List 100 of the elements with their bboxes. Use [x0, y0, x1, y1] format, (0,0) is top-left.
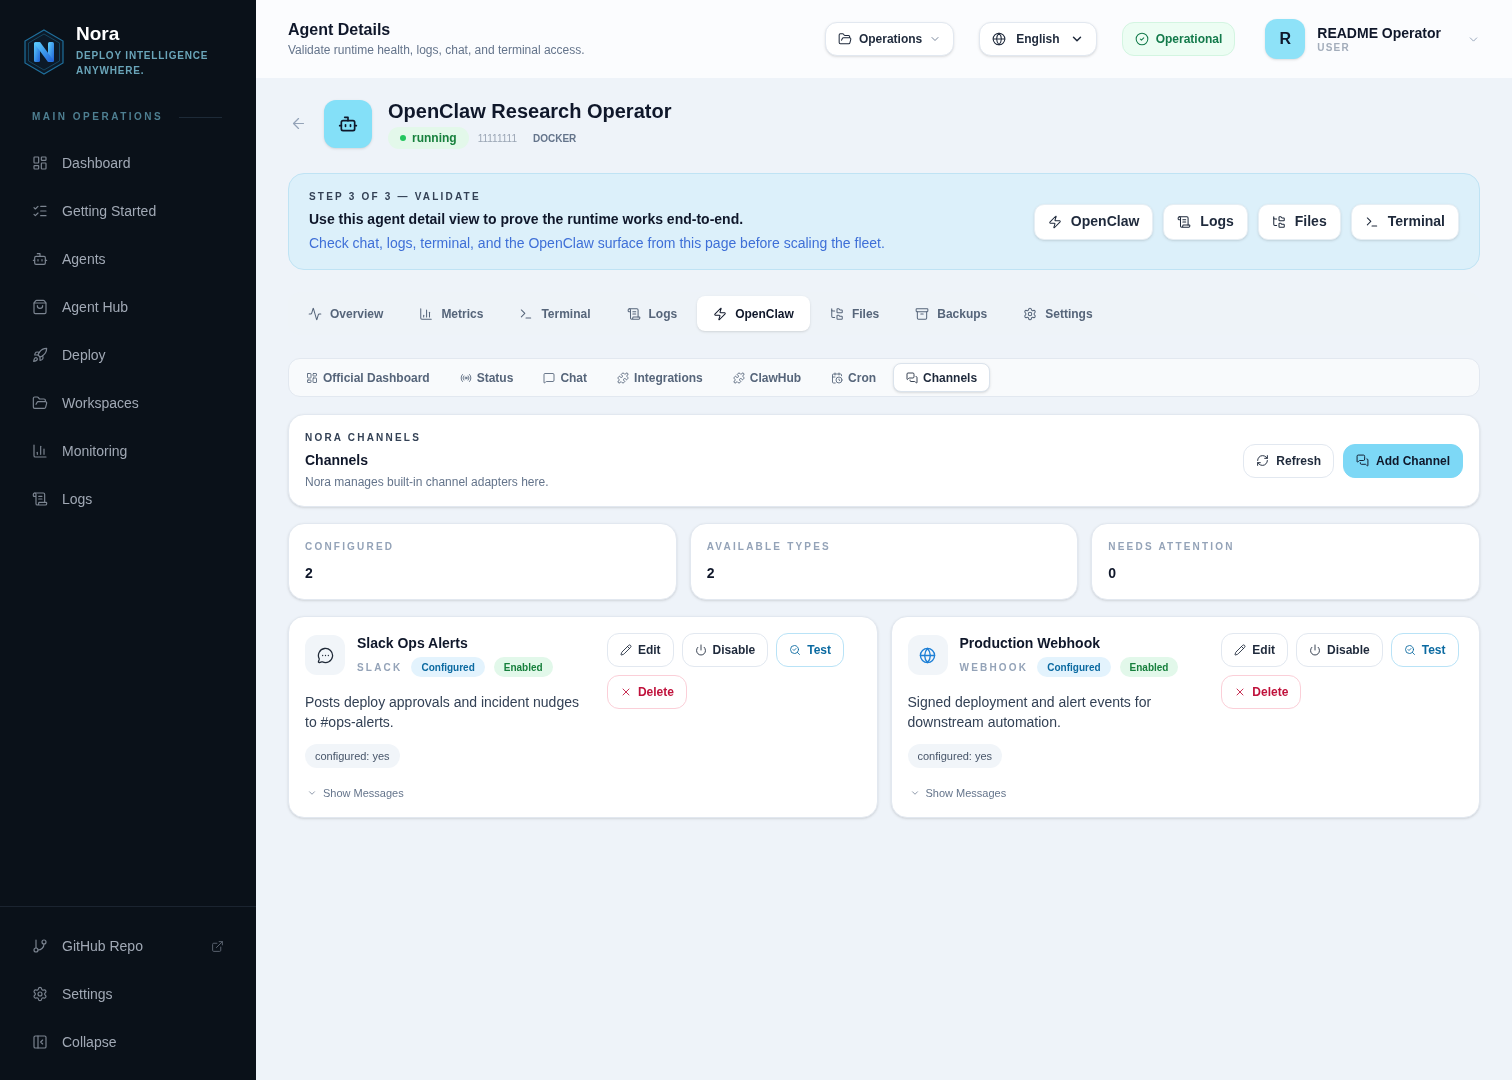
refresh-button[interactable]: Refresh [1243, 443, 1334, 478]
collapse-panel-icon [32, 1034, 48, 1050]
check-circle-icon [1134, 32, 1149, 46]
tab[interactable]: Files [813, 296, 896, 331]
action-button[interactable]: Disable [681, 633, 769, 667]
tab[interactable]: Backups [899, 296, 1004, 331]
checklist-icon [32, 203, 48, 219]
globe-icon [907, 635, 948, 675]
subtab[interactable]: Chat [530, 363, 601, 392]
banner-text: Check chat, logs, terminal, and the OpenClaw surface from this page before scaling the fleet. [309, 234, 885, 253]
archive-box-icon [915, 306, 930, 321]
brand-name: Nora [76, 23, 121, 45]
channel-description: Posts deploy approvals and incident nudges to #ops-alerts. [305, 693, 580, 732]
brand-tagline: DEPLOY INTELLIGENCE ANYWHERE. [76, 49, 210, 78]
folder-icon [837, 32, 852, 46]
settings-icon [32, 986, 48, 1002]
subtab[interactable]: Official Dashboard [293, 363, 443, 392]
subtab[interactable]: Status [446, 363, 527, 392]
action-button[interactable]: Disable [1296, 633, 1383, 667]
bar-chart-icon [419, 306, 434, 321]
page-title: Agent Details [288, 20, 392, 40]
pencil-icon [619, 644, 632, 656]
stat-label: AVAILABLE TYPES [706, 540, 832, 554]
tab[interactable]: Settings [1007, 296, 1109, 331]
shortcut-button[interactable]: OpenClaw [1033, 203, 1154, 240]
scroll-icon [32, 491, 48, 507]
scroll-icon [1177, 214, 1192, 229]
terminal-icon [519, 306, 534, 321]
status-badge: Enabled [1119, 657, 1179, 677]
globe-icon [992, 32, 1007, 46]
channel-type: SLACK [357, 660, 403, 675]
subtab[interactable]: ClawHub [719, 363, 815, 392]
search-icon [789, 644, 802, 656]
banner-heading: Use this agent detail view to prove the runtime works end-to-end. [309, 210, 745, 229]
folder-tree-icon [829, 306, 844, 321]
dashboard-grid-icon [306, 371, 318, 384]
tab[interactable]: Terminal [503, 296, 607, 331]
shortcut-button[interactable]: Logs [1163, 203, 1248, 240]
sidebar-item[interactable]: Monitoring [16, 427, 240, 475]
sidebar-item[interactable]: GitHub Repo [16, 922, 240, 970]
user-name: README Operator [1317, 24, 1441, 42]
page-subtitle: Validate runtime health, logs, chat, and terminal access. [288, 42, 585, 58]
action-button[interactable]: Edit [1221, 633, 1288, 667]
rocket-icon [32, 347, 48, 363]
status-badge: running [388, 127, 469, 149]
show-messages-toggle[interactable]: Show Messages [307, 785, 404, 801]
chat-bubbles-icon [906, 371, 919, 384]
tab[interactable]: OpenClaw [697, 296, 810, 331]
git-branch-icon [32, 938, 48, 954]
sidebar-item[interactable]: Dashboard [16, 139, 240, 187]
shopping-bag-icon [32, 299, 48, 315]
hexagon-logo-icon [24, 29, 64, 75]
sidebar-item[interactable]: Getting Started [16, 187, 240, 235]
sidebar-item[interactable]: Deploy [16, 331, 240, 379]
subtab[interactable]: Cron [818, 363, 890, 392]
dashboard-grid-icon [32, 155, 48, 171]
search-icon [1403, 644, 1416, 656]
channel-type: WEBHOOK [959, 660, 1029, 675]
tab[interactable]: Logs [610, 296, 694, 331]
puzzle-icon [617, 371, 630, 384]
tab[interactable]: Metrics [403, 296, 500, 331]
bar-chart-icon [32, 443, 48, 459]
meta-tag: configured: yes [907, 744, 1003, 768]
action-button[interactable]: Edit [606, 633, 674, 667]
action-button[interactable]: Test [776, 633, 845, 667]
action-button[interactable]: Test [1390, 633, 1459, 667]
subtab[interactable]: Integrations [604, 363, 716, 392]
status-badge: Configured [411, 657, 485, 677]
sidebar-item[interactable]: Agent Hub [16, 283, 240, 331]
language-select[interactable]: English [979, 22, 1097, 56]
sidebar-item[interactable]: Collapse [16, 1018, 240, 1066]
puzzle-icon [732, 371, 745, 384]
subtab[interactable]: Channels [893, 363, 991, 392]
workspace-select[interactable]: Operations [824, 22, 955, 56]
shortcut-button[interactable]: Files [1257, 203, 1341, 240]
status-badge: Configured [1037, 657, 1111, 677]
refresh-icon [1256, 454, 1270, 467]
stat-value: 2 [706, 564, 716, 583]
agent-name: OpenClaw Research Operator [388, 99, 672, 124]
lightning-icon [1047, 214, 1062, 229]
calendar-clock-icon [831, 371, 844, 384]
add-channel-button[interactable]: Add Channel [1343, 443, 1463, 478]
sidebar-item[interactable]: Settings [16, 970, 240, 1018]
show-messages-toggle[interactable]: Show Messages [909, 785, 1007, 801]
sidebar-item[interactable]: Logs [16, 475, 240, 523]
user-avatar: R [1265, 19, 1306, 59]
folder-tree-icon [1271, 214, 1286, 229]
delete-button[interactable]: Delete [1221, 675, 1302, 709]
shortcut-button[interactable]: Terminal [1350, 203, 1459, 240]
sidebar-item[interactable]: Workspaces [16, 379, 240, 427]
stat-value: 0 [1108, 564, 1118, 583]
tab[interactable]: Overview [292, 296, 400, 331]
user-menu[interactable]: R README Operator USER [1265, 19, 1480, 59]
power-icon [1309, 644, 1321, 656]
runtime-label: DOCKER [532, 131, 577, 146]
chat-bubbles-icon [1356, 454, 1369, 467]
status-badge: Operational [1121, 22, 1236, 56]
status-badge: Enabled [493, 657, 553, 677]
delete-button[interactable]: Delete [606, 675, 687, 709]
sidebar-item[interactable]: Agents [16, 235, 240, 283]
